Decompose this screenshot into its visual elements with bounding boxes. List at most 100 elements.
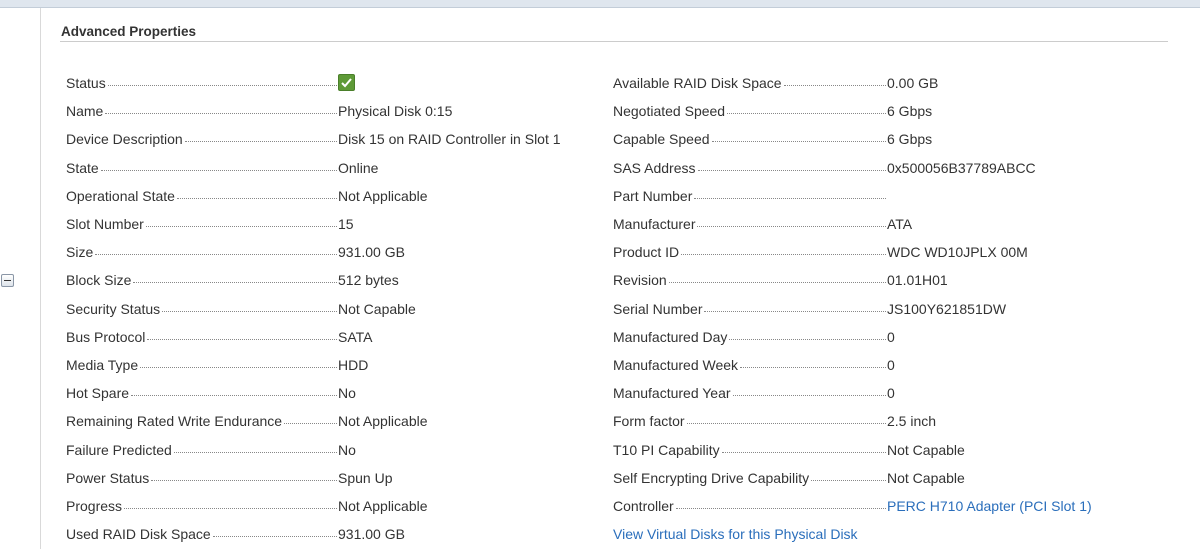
section-divider [60, 41, 1168, 42]
property-label: State [66, 159, 99, 176]
property-label: Serial Number [613, 300, 703, 317]
properties-left-column: Status Name Physical Disk 0:15 Device De… [66, 69, 561, 548]
property-row: Name Physical Disk 0:15 [66, 97, 561, 125]
property-row-status: Status [66, 69, 561, 97]
property-row: Operational State Not Applicable [66, 182, 561, 210]
top-header-strip [0, 0, 1200, 8]
property-value: JS100Y621851DW [887, 300, 1007, 317]
property-label: Power Status [66, 469, 150, 486]
property-label: Device Description [66, 131, 183, 148]
property-label: Revision [613, 272, 667, 289]
view-virtual-disks-link[interactable]: View Virtual Disks for this Physical Dis… [613, 526, 858, 542]
property-label: Form factor [613, 413, 685, 430]
property-label: Block Size [66, 272, 132, 289]
property-value: Online [338, 159, 379, 176]
property-label: Operational State [66, 187, 175, 204]
property-label: Progress [66, 497, 123, 514]
property-row: Part Number [613, 182, 1092, 210]
property-value: Not Capable [338, 300, 416, 317]
property-label: Name [66, 103, 104, 120]
property-row: Manufactured Week 0 [613, 351, 1092, 379]
property-label: Slot Number [66, 216, 144, 233]
property-label: Hot Spare [66, 385, 130, 402]
property-value: Disk 15 on RAID Controller in Slot 1 [338, 131, 561, 148]
property-row: Used RAID Disk Space 931.00 GB [66, 520, 561, 548]
property-value: 01.01H01 [887, 272, 948, 289]
property-label: Product ID [613, 244, 680, 261]
property-label: Controller [613, 497, 674, 514]
property-label: Failure Predicted [66, 441, 172, 458]
check-icon [338, 74, 355, 92]
property-value: Physical Disk 0:15 [338, 103, 453, 120]
property-label: Negotiated Speed [613, 103, 726, 120]
property-value: Not Applicable [338, 187, 428, 204]
property-label: Self Encrypting Drive Capability [613, 469, 810, 486]
property-row: Product ID WDC WD10JPLX 00M [613, 238, 1092, 266]
property-row: T10 PI Capability Not Capable [613, 435, 1092, 463]
property-row: Device Description Disk 15 on RAID Contr… [66, 125, 561, 153]
property-row: Remaining Rated Write Endurance Not Appl… [66, 407, 561, 435]
property-row: Available RAID Disk Space 0.00 GB [613, 69, 1092, 97]
property-row: Block Size 512 bytes [66, 266, 561, 294]
property-value: Not Applicable [338, 413, 428, 430]
collapse-toggle-icon[interactable] [1, 274, 14, 287]
property-row-controller: Controller PERC H710 Adapter (PCI Slot 1… [613, 492, 1092, 520]
property-value: 6 Gbps [887, 103, 933, 120]
property-row: Serial Number JS100Y621851DW [613, 295, 1092, 323]
property-row: Hot Spare No [66, 379, 561, 407]
property-value: Not Capable [887, 441, 965, 458]
property-value: SATA [338, 328, 373, 345]
property-value: Spun Up [338, 469, 393, 486]
property-label: Part Number [613, 187, 693, 204]
property-value-status [338, 73, 355, 93]
property-row: Progress Not Applicable [66, 492, 561, 520]
property-value: No [338, 385, 356, 402]
property-label: Manufactured Week [613, 356, 739, 373]
property-label: SAS Address [613, 159, 696, 176]
property-label: T10 PI Capability [613, 441, 720, 458]
property-value: 512 bytes [338, 272, 399, 289]
property-label: Status [66, 75, 106, 92]
property-row: Manufactured Year 0 [613, 379, 1092, 407]
view-virtual-disks-row: View Virtual Disks for this Physical Dis… [613, 520, 1092, 548]
property-value: 0 [887, 356, 895, 373]
property-value: 15 [338, 216, 354, 233]
property-row: Revision 01.01H01 [613, 266, 1092, 294]
property-label: Used RAID Disk Space [66, 526, 211, 543]
property-value: 0 [887, 385, 895, 402]
property-value: No [338, 441, 356, 458]
property-row: Form factor 2.5 inch [613, 407, 1092, 435]
property-value: Not Applicable [338, 497, 428, 514]
property-row: Self Encrypting Drive Capability Not Cap… [613, 464, 1092, 492]
property-value: 2.5 inch [887, 413, 937, 430]
property-value: 0.00 GB [887, 75, 939, 92]
property-label: Manufactured Year [613, 385, 731, 402]
properties-right-column: Available RAID Disk Space 0.00 GB Negoti… [613, 69, 1092, 548]
section-title: Advanced Properties [61, 24, 197, 39]
property-row: Slot Number 15 [66, 210, 561, 238]
property-label: Size [66, 244, 94, 261]
property-row: Failure Predicted No [66, 435, 561, 463]
property-row: Security Status Not Capable [66, 295, 561, 323]
property-row: State Online [66, 154, 561, 182]
property-row: Bus Protocol SATA [66, 323, 561, 351]
property-label: Manufacturer [613, 216, 696, 233]
property-row: SAS Address 0x500056B37789ABCC [613, 154, 1092, 182]
property-value: 0 [887, 328, 895, 345]
property-value: 931.00 GB [338, 244, 405, 261]
property-label: Security Status [66, 300, 161, 317]
property-label: Bus Protocol [66, 328, 146, 345]
property-value: 931.00 GB [338, 526, 405, 543]
property-label: Capable Speed [613, 131, 710, 148]
property-label: Available RAID Disk Space [613, 75, 782, 92]
property-label: Manufactured Day [613, 328, 728, 345]
controller-link[interactable]: PERC H710 Adapter (PCI Slot 1) [887, 498, 1092, 514]
property-row: Power Status Spun Up [66, 464, 561, 492]
property-row: Negotiated Speed 6 Gbps [613, 97, 1092, 125]
property-value: HDD [338, 356, 369, 373]
property-label: Remaining Rated Write Endurance [66, 413, 283, 430]
property-value: 6 Gbps [887, 131, 933, 148]
property-row: Size 931.00 GB [66, 238, 561, 266]
property-row: Manufacturer ATA [613, 210, 1092, 238]
property-row: Capable Speed 6 Gbps [613, 125, 1092, 153]
